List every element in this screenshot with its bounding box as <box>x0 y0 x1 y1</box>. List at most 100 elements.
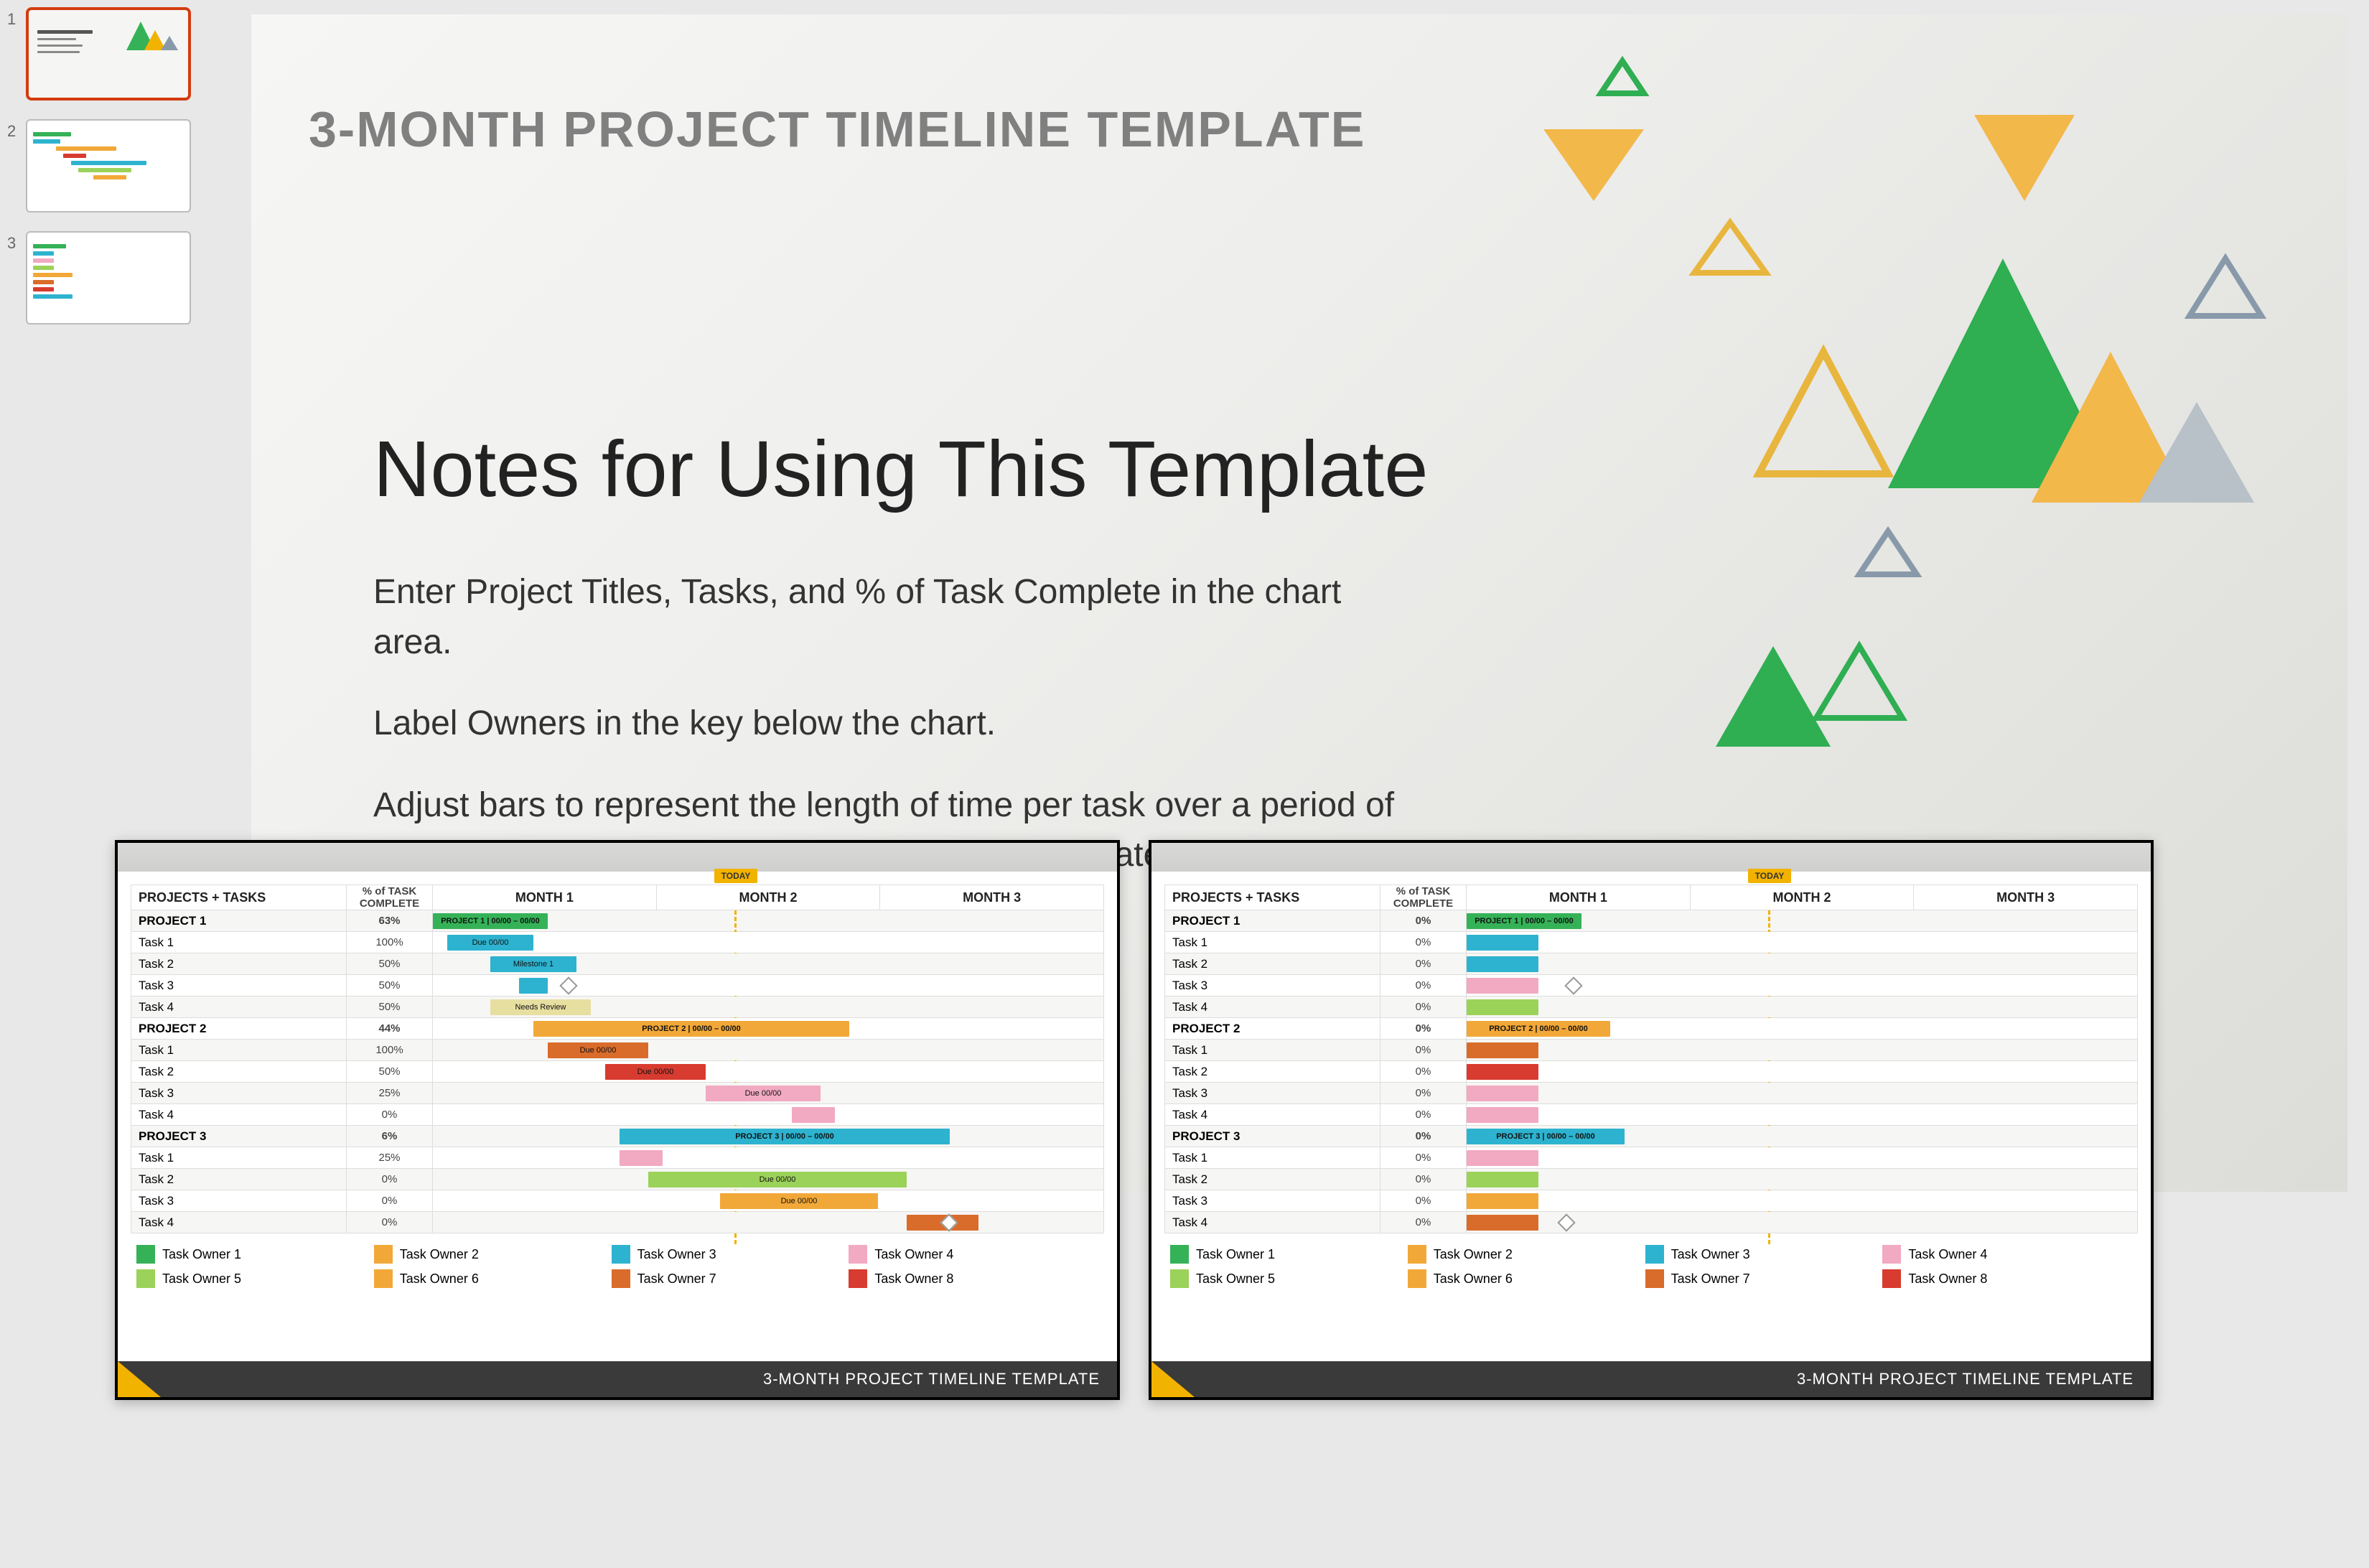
th-month1: MONTH 1 <box>433 885 657 910</box>
legend: Task Owner 1 Task Owner 2 Task Owner 3 Task… <box>1164 1233 2138 1294</box>
gantt-bar[interactable]: Due 00/00 <box>648 1172 907 1187</box>
gantt-bar[interactable]: PROJECT 1 | 00/00 – 00/00 <box>1467 913 1581 929</box>
table-row: Task 10% <box>1165 1147 2138 1169</box>
legend-item: Task Owner 3 <box>1645 1245 1857 1264</box>
legend-label: Task Owner 5 <box>162 1271 241 1287</box>
gantt-bar[interactable] <box>1467 1172 1538 1187</box>
today-flag: TODAY <box>714 869 757 883</box>
gantt-bar[interactable] <box>620 1150 663 1166</box>
th-projects-tasks: PROJECTS + TASKS <box>131 885 347 910</box>
table-row: Task 1100%Due 00/00 <box>131 932 1104 953</box>
legend-item: Task Owner 3 <box>612 1245 823 1264</box>
legend-item: Task Owner 5 <box>1170 1269 1382 1288</box>
table-row: Task 40% <box>131 1104 1104 1126</box>
gantt-preview-right[interactable]: TODAY PROJECTS + TASKS % of TASK COMPLET… <box>1149 840 2154 1400</box>
table-row: Task 1100%Due 00/00 <box>131 1040 1104 1061</box>
gantt-bar[interactable] <box>1467 1150 1538 1166</box>
gantt-bar[interactable] <box>1467 1193 1538 1209</box>
gantt-bar[interactable]: PROJECT 3 | 00/00 – 00/00 <box>1467 1129 1625 1144</box>
table-row: Task 30% <box>1165 1190 2138 1212</box>
legend-item: Task Owner 7 <box>612 1269 823 1288</box>
milestone-diamond-icon <box>1564 976 1582 994</box>
table-row: Task 10% <box>1165 1040 2138 1061</box>
legend-swatch-icon <box>1645 1269 1664 1288</box>
triangle-decor-icon <box>1386 43 2319 833</box>
legend-label: Task Owner 3 <box>1671 1247 1750 1262</box>
legend-label: Task Owner 4 <box>1908 1247 1987 1262</box>
legend-swatch-icon <box>1170 1269 1189 1288</box>
table-row: PROJECT 244%PROJECT 2 | 00/00 – 00/00 <box>131 1018 1104 1040</box>
card-header <box>1151 843 2151 872</box>
slide-thumbnail-1[interactable] <box>26 7 191 101</box>
legend-label: Task Owner 2 <box>1434 1247 1513 1262</box>
table-row: Task 30% <box>1165 1083 2138 1104</box>
gantt-bar[interactable]: Milestone 1 <box>490 956 576 972</box>
gantt-bar[interactable] <box>1467 1215 1538 1231</box>
gantt-bar[interactable]: Due 00/00 <box>605 1064 706 1080</box>
gantt-bar[interactable] <box>519 978 548 994</box>
table-row: Task 20% <box>1165 1061 2138 1083</box>
legend-item: Task Owner 8 <box>1882 1269 2094 1288</box>
gantt-bar[interactable]: Due 00/00 <box>548 1042 648 1058</box>
legend-item: Task Owner 2 <box>374 1245 586 1264</box>
table-row: PROJECT 36%PROJECT 3 | 00/00 – 00/00 <box>131 1126 1104 1147</box>
gantt-bar[interactable]: PROJECT 1 | 00/00 – 00/00 <box>433 913 548 929</box>
legend-item: Task Owner 4 <box>849 1245 1060 1264</box>
gantt-bar[interactable]: Due 00/00 <box>447 935 533 951</box>
legend-item: Task Owner 6 <box>1408 1269 1620 1288</box>
legend-label: Task Owner 1 <box>1196 1247 1275 1262</box>
gantt-bar[interactable]: Needs Review <box>490 999 591 1015</box>
th-pct: % of TASK COMPLETE <box>347 885 433 910</box>
gantt-bar[interactable] <box>1467 1042 1538 1058</box>
slide-thumbnail-3[interactable] <box>26 231 191 325</box>
gantt-bar[interactable] <box>1467 1064 1538 1080</box>
table-row: PROJECT 10%PROJECT 1 | 00/00 – 00/00 <box>1165 910 2138 932</box>
legend-swatch-icon <box>1645 1245 1664 1264</box>
gantt-bar[interactable] <box>1467 935 1538 951</box>
gantt-bar[interactable] <box>1467 1086 1538 1101</box>
legend-item: Task Owner 8 <box>849 1269 1060 1288</box>
gantt-bar[interactable]: PROJECT 3 | 00/00 – 00/00 <box>620 1129 950 1144</box>
gantt-bar[interactable]: PROJECT 2 | 00/00 – 00/00 <box>1467 1021 1610 1037</box>
thumb-number-3: 3 <box>7 231 26 253</box>
legend-swatch-icon <box>136 1245 155 1264</box>
legend-swatch-icon <box>612 1269 630 1288</box>
table-row: Task 20% <box>1165 953 2138 975</box>
gantt-bar[interactable]: Due 00/00 <box>720 1193 878 1209</box>
gantt-bar[interactable] <box>792 1107 835 1123</box>
legend-swatch-icon <box>374 1269 393 1288</box>
table-row: Task 40% <box>131 1212 1104 1233</box>
gantt-preview-left[interactable]: TODAY PROJECTS + TASKS % of TASK COMPLET… <box>115 840 1120 1400</box>
gantt-bar[interactable]: Due 00/00 <box>706 1086 821 1101</box>
legend-item: Task Owner 1 <box>136 1245 348 1264</box>
legend-label: Task Owner 1 <box>162 1247 241 1262</box>
table-row: PROJECT 30%PROJECT 3 | 00/00 – 00/00 <box>1165 1126 2138 1147</box>
today-flag: TODAY <box>1748 869 1791 883</box>
legend-swatch-icon <box>612 1245 630 1264</box>
legend-swatch-icon <box>849 1245 867 1264</box>
gantt-table-right: PROJECTS + TASKS % of TASK COMPLETE MONT… <box>1164 885 2138 1233</box>
legend-swatch-icon <box>136 1269 155 1288</box>
gantt-bar[interactable] <box>1467 956 1538 972</box>
gantt-bar[interactable] <box>1467 1107 1538 1123</box>
legend-swatch-icon <box>374 1245 393 1264</box>
notes-p1: Enter Project Titles, Tasks, and % of Ta… <box>373 567 1421 667</box>
legend-label: Task Owner 6 <box>400 1271 479 1287</box>
milestone-diamond-icon <box>559 976 577 994</box>
table-row: Task 350% <box>131 975 1104 997</box>
legend-item: Task Owner 6 <box>374 1269 586 1288</box>
template-title: 3-MONTH PROJECT TIMELINE TEMPLATE <box>309 101 1366 158</box>
notes-heading: Notes for Using This Template <box>373 424 1428 515</box>
legend-item: Task Owner 5 <box>136 1269 348 1288</box>
footer-accent-icon <box>1151 1361 1195 1397</box>
table-row: Task 30%Due 00/00 <box>131 1190 1104 1212</box>
milestone-diamond-icon <box>1557 1213 1575 1231</box>
legend-swatch-icon <box>849 1269 867 1288</box>
gantt-bar[interactable] <box>1467 999 1538 1015</box>
legend-label: Task Owner 8 <box>874 1271 953 1287</box>
gantt-bar[interactable]: PROJECT 2 | 00/00 – 00/00 <box>533 1021 849 1037</box>
thumb-number-1: 1 <box>7 7 26 29</box>
legend-label: Task Owner 4 <box>874 1247 953 1262</box>
slide-thumbnail-2[interactable] <box>26 119 191 213</box>
gantt-bar[interactable] <box>1467 978 1538 994</box>
